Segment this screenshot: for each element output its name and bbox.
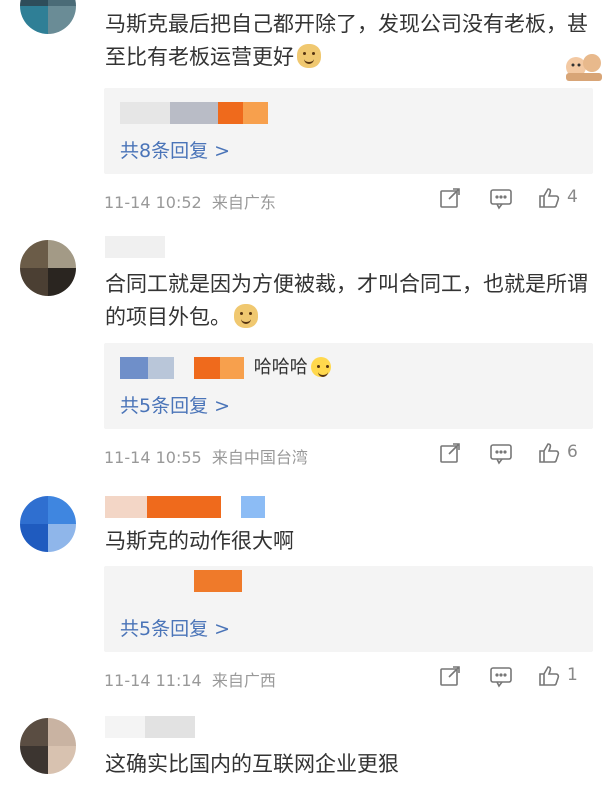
avatar[interactable] [20,240,76,296]
comment-text: 合同工就是因为方便被裁，才叫合同工，也就是所谓的项目外包。 [105,272,588,329]
comment-meta: 11-14 10:55 来自中国台湾 [104,444,308,468]
more-replies-link[interactable]: 共8条回复 > [120,136,230,163]
blurred-username[interactable] [105,716,195,738]
reply-preview-box[interactable]: 共5条回复 > [104,566,593,652]
comment-meta: 11-14 11:14 来自广西 [104,667,276,691]
comment-location: 来自广东 [211,193,276,212]
share-icon[interactable] [438,664,464,690]
blurred-username[interactable] [105,236,165,258]
comment-icon[interactable] [489,441,515,467]
comment-time: 11-14 10:55 [104,448,202,467]
like-count: 1 [567,665,578,685]
comment-location: 来自中国台湾 [211,448,308,467]
comment-text: 这确实比国内的互联网企业更狠 [105,752,399,776]
avatar[interactable] [20,496,76,552]
doge-emoji-icon [234,304,258,328]
like-count: 6 [567,442,578,462]
more-replies-link[interactable]: 共5条回复 > [120,391,230,418]
share-icon[interactable] [438,441,464,467]
comment-meta: 11-14 10:52 来自广东 [104,189,276,213]
blurred-username [120,102,170,124]
comment-location: 来自广西 [211,671,276,690]
more-replies-link[interactable]: 共5条回复 > [120,614,230,641]
sticker-icon [560,45,608,85]
comment-time: 11-14 10:52 [104,193,202,212]
reply-snippet [120,102,268,126]
like-icon[interactable] [537,186,563,212]
reply-preview-box[interactable]: 哈哈哈 共5条回复 > [104,343,593,429]
blurred-username [120,357,148,379]
comment-text: 马斯克最后把自己都开除了，发现公司没有老板，甚至比有老板运营更好 [105,12,588,69]
smile-emoji-icon [310,357,331,377]
reply-text: 哈哈哈 [253,357,308,378]
avatar[interactable] [20,718,76,774]
like-icon[interactable] [537,664,563,690]
like-count: 4 [567,187,578,207]
blurred-username [120,570,194,592]
blurred-username[interactable] [105,496,265,518]
comment-icon[interactable] [489,186,515,212]
comment-icon[interactable] [489,664,515,690]
comment-time: 11-14 11:14 [104,671,202,690]
reply-preview-box[interactable]: 共8条回复 > [104,88,593,174]
reply-snippet: 哈哈哈 [120,353,331,379]
comment-text: 马斯克的动作很大啊 [105,529,294,553]
like-icon[interactable] [537,441,563,467]
share-icon[interactable] [438,186,464,212]
reply-snippet [120,570,242,594]
doge-emoji-icon [297,44,321,68]
avatar[interactable] [20,0,76,34]
